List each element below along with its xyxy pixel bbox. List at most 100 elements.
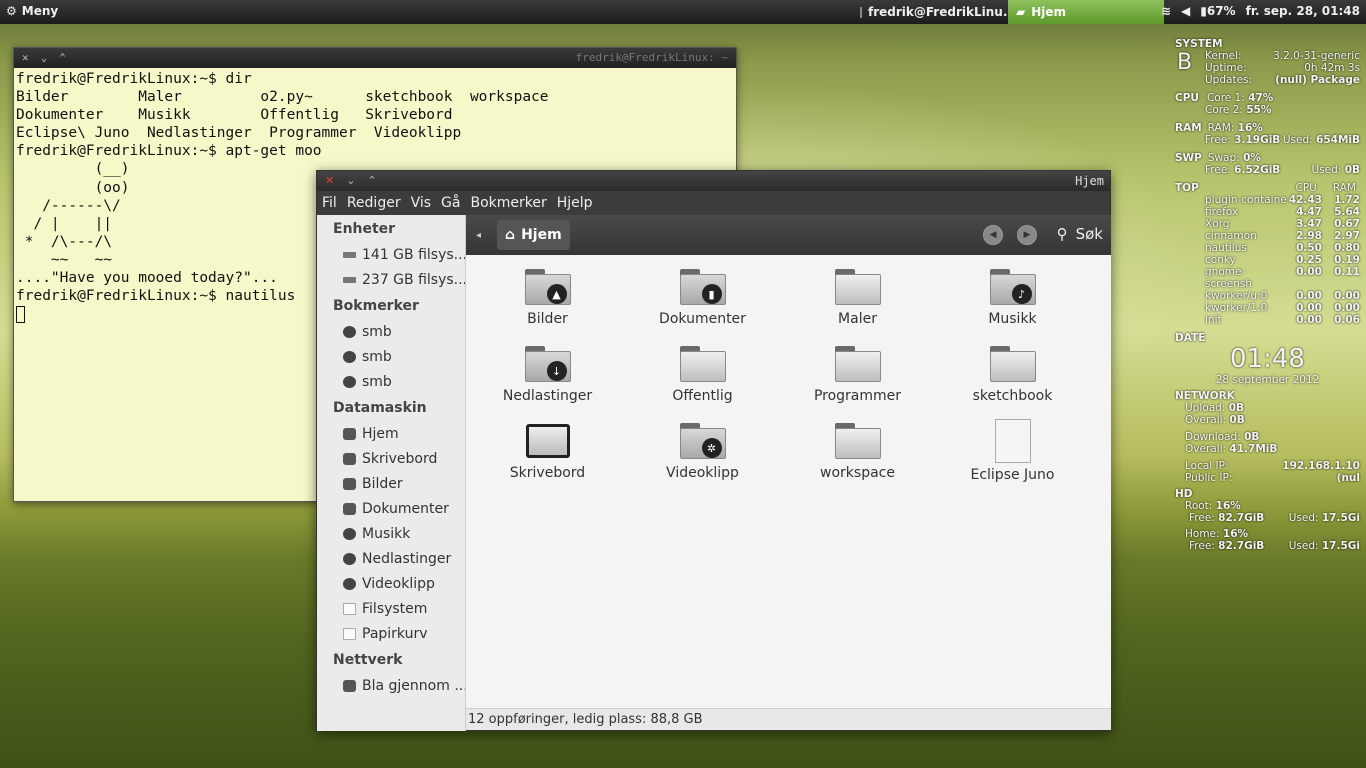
menu-button[interactable]: ⚙ Meny [6,4,58,18]
file-item-sketchbook[interactable]: sketchbook [935,342,1090,419]
section-heading: DATE [1175,332,1206,344]
stat-label: RAM: [1207,122,1235,134]
file-item-dokumenter[interactable]: ▮ Dokumenter [625,265,780,342]
stat-label: Free: [1205,134,1231,146]
battery-indicator[interactable]: ▮67% [1200,4,1235,18]
stat-value: 41.7MiB [1229,443,1278,455]
stat-value: 0B [1244,431,1260,443]
stat-label: Free: [1189,540,1215,552]
menu-label: Meny [21,4,59,18]
maximize-icon[interactable]: ⌃ [367,174,376,187]
menu-fil[interactable]: Fil [317,195,342,211]
file-item-musikk[interactable]: ♪ Musikk [935,265,1090,342]
breadcrumb-home[interactable]: ⌂ Hjem [497,220,570,250]
maximize-icon[interactable]: ⌃ [59,51,66,64]
forward-button[interactable]: ▶ [1017,225,1037,245]
sidebar-item-smb[interactable]: smb [317,369,465,394]
sidebar-item-filsystem[interactable]: Filsystem [317,596,465,621]
terminal-title: fredrik@FredrikLinux: ~ [575,51,728,64]
file-item-nedlastinger[interactable]: ↓ Nedlastinger [470,342,625,419]
file-label: Videoklipp [666,465,739,481]
sidebar-item-drive-1[interactable]: 141 GB filsys... [317,242,465,267]
process-row: nautilus 0.50 0.80 [1175,242,1360,254]
menu-rediger[interactable]: Rediger [342,195,406,211]
battery-icon: ▮ [1200,4,1207,18]
file-item-videoklipp[interactable]: ✲ Videoklipp [625,419,780,496]
close-icon[interactable]: ✕ [22,51,29,64]
file-label: workspace [820,465,895,481]
stat-label: Used: [1311,164,1342,176]
file-manager-window[interactable]: ✕ ⌄ ⌃ Hjem Fil Rediger Vis Gå Bokmerker Hj… [316,170,1111,731]
sidebar-item-skrivebord[interactable]: Skrivebord [317,446,465,471]
file-item-offentlig[interactable]: Offentlig [625,342,780,419]
terminal-titlebar[interactable]: ✕ ⌄ ⌃ fredrik@FredrikLinux: ~ [14,48,736,68]
stat-value: 16% [1222,528,1249,540]
process-name: cinnamon [1205,230,1257,242]
sidebar-item-bilder[interactable]: Bilder [317,471,465,496]
clock[interactable]: fr. sep. 28, 01:48 [1246,4,1360,18]
taskbar-item-nautilus[interactable]: ▰ Hjem [1008,0,1164,24]
sidebar-item-label: Hjem [362,425,399,442]
sidebar-item-smb[interactable]: smb [317,344,465,369]
sidebar-item-hjem[interactable]: Hjem [317,421,465,446]
gear-icon: ⚙ [6,4,17,18]
stat-label: Upload: [1185,402,1226,414]
sidebar-item-dokumenter[interactable]: Dokumenter [317,496,465,521]
process-cpu: 3.47 [1296,218,1322,230]
file-item-maler[interactable]: Maler [780,265,935,342]
minimize-icon[interactable]: ⌄ [346,174,355,187]
sidebar-item-videoklipp[interactable]: Videoklipp [317,571,465,596]
music-folder-icon: ♪ [989,269,1036,305]
menu-bokmerker[interactable]: Bokmerker [465,195,551,211]
drive-icon [343,276,356,283]
file-item-bilder[interactable]: ▲ Bilder [470,265,625,342]
breadcrumb-label: Hjem [521,227,562,243]
process-name: kworker/1:0 [1205,302,1268,314]
stat-label: Core 2: [1205,104,1243,116]
menu-hjelp[interactable]: Hjelp [552,195,598,211]
volume-icon[interactable]: ◀ [1181,4,1190,18]
minimize-icon[interactable]: ⌄ [41,51,48,64]
sidebar-item-nedlastinger[interactable]: Nedlastinger [317,546,465,571]
stat-label: Public IP: [1185,472,1233,484]
menu-ga[interactable]: Gå [436,195,465,211]
process-row: kworker/u:0 0.00 0.00 [1175,290,1360,302]
stat-value: 0B [1229,414,1245,426]
sidebar-item-papirkurv[interactable]: Papirkurv [317,621,465,646]
location-toolbar: ◂ ⌂ Hjem ◀ ▶ ⚲ Søk [466,215,1111,255]
menu-vis[interactable]: Vis [406,195,436,211]
sidebar-item-smb[interactable]: smb [317,319,465,344]
file-item-eclipse-juno[interactable]: Eclipse Juno [935,419,1090,496]
file-item-workspace[interactable]: workspace [780,419,935,496]
terminal-line: fredrik@FredrikLinux:~$ apt-get moo [16,143,322,160]
path-left-arrow-icon[interactable]: ◂ [476,230,481,241]
taskbar-item-terminal[interactable]: fredrik@FredrikLinu... [852,0,1008,24]
back-arrow-icon: ◀ [989,230,997,240]
video-icon [343,577,356,590]
sidebar-item-drive-2[interactable]: 237 GB filsys... [317,267,465,292]
process-row: Xorg 3.47 0.67 [1175,218,1360,230]
sidebar-item-browse-network[interactable]: Bla gjennom ... [317,673,465,698]
file-label: Offentlig [672,388,733,404]
file-manager-titlebar[interactable]: ✕ ⌄ ⌃ Hjem [317,171,1110,191]
stat-value: 17.5Gi [1321,540,1360,552]
stat-value: 82.7GiB [1218,540,1265,552]
file-item-skrivebord[interactable]: Skrivebord [470,419,625,496]
home-icon [343,427,356,440]
process-ram: 5.64 [1334,206,1360,218]
stat-value: 16% [1215,500,1241,512]
forward-arrow-icon: ▶ [1023,230,1031,240]
file-view[interactable]: ▲ Bilder ▮ Dokumenter Maler ♪ Musikk ↓ Nedla… [466,255,1111,710]
close-icon[interactable]: ✕ [325,174,334,187]
distro-logo: B [1177,50,1193,75]
file-item-programmer[interactable]: Programmer [780,342,935,419]
back-button[interactable]: ◀ [983,225,1003,245]
process-row: kworker/1:0 0.00 0.00 [1175,302,1360,314]
column-header: CPU [1295,182,1317,194]
sidebar-item-musikk[interactable]: Musikk [317,521,465,546]
process-name: init [1205,314,1222,326]
stat-label: Used: [1288,512,1319,524]
status-bar: 12 oppføringer, ledig plass: 88,8 GB [466,708,1111,730]
wifi-icon[interactable]: ≋ [1161,4,1171,18]
search-button[interactable]: ⚲ Søk [1057,225,1103,243]
